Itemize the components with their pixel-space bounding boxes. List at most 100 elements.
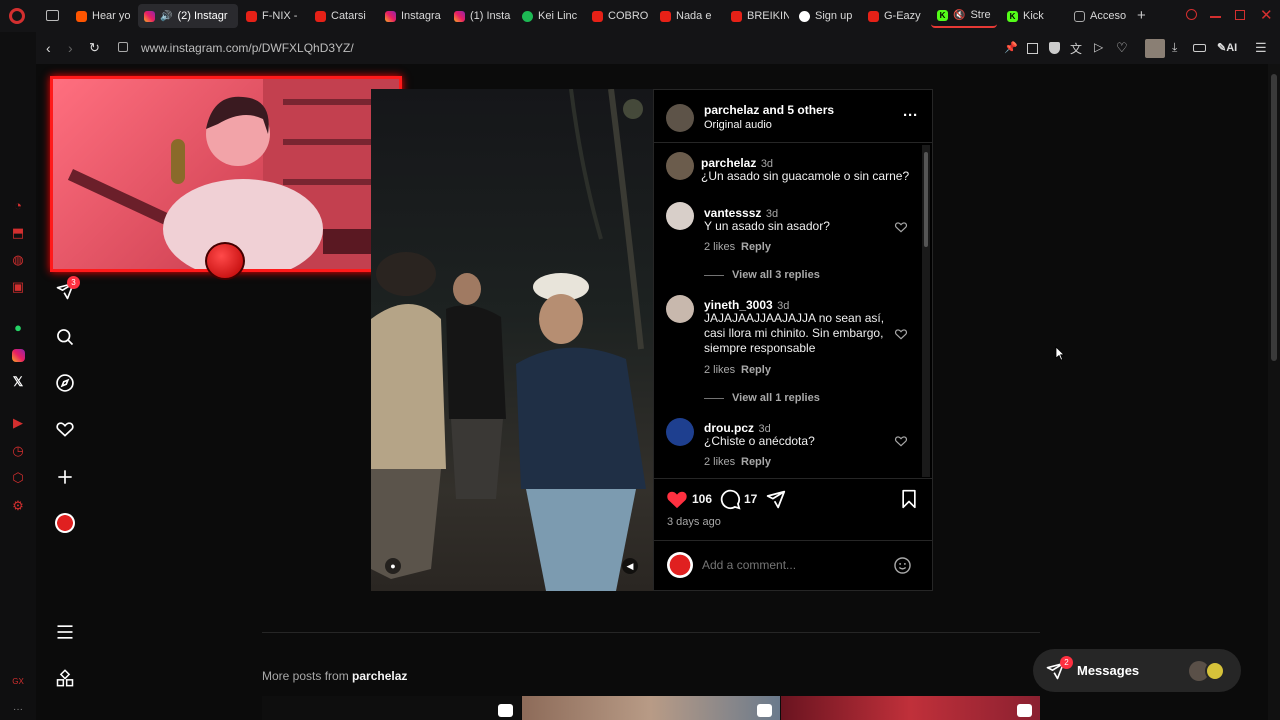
profile-avatar[interactable] [1145, 39, 1165, 58]
nav-direct[interactable]: 3 [52, 276, 80, 304]
page-scrollbar-thumb[interactable] [1271, 74, 1277, 361]
post-thumbnail[interactable] [522, 696, 780, 720]
opera-logo-icon[interactable] [9, 8, 25, 24]
my-avatar[interactable] [667, 552, 693, 578]
add-comment-input[interactable] [702, 556, 882, 574]
like-filled-icon[interactable] [666, 489, 688, 509]
nav-more[interactable] [52, 619, 78, 645]
collaborators-link[interactable]: and 5 others [763, 103, 834, 117]
reload-icon[interactable]: ↻ [89, 40, 100, 56]
author-username[interactable]: parchelaz [704, 103, 759, 117]
like-comment-icon[interactable] [894, 327, 908, 341]
vpn-icon[interactable] [1049, 42, 1060, 54]
settings-icon[interactable]: ⚙ [9, 497, 27, 515]
tab[interactable]: Sign up [793, 4, 857, 28]
x-twitter-icon[interactable]: 𝕏 [9, 373, 27, 391]
tab[interactable]: Nada e [654, 4, 718, 28]
tab[interactable]: Kei Linc [516, 4, 582, 28]
tab-manager-icon[interactable] [46, 10, 59, 21]
more-icon[interactable]: ··· [9, 700, 27, 718]
tab[interactable]: Acceso [1068, 4, 1132, 28]
reply-button[interactable]: Reply [741, 241, 771, 253]
snapshot-icon[interactable] [1027, 43, 1038, 54]
reply-button[interactable]: Reply [741, 364, 771, 376]
tab[interactable]: BREIKIN [725, 4, 789, 28]
history-icon[interactable]: ◷ [9, 442, 27, 460]
ai-icon[interactable]: ✎AI [1217, 41, 1237, 54]
aria-icon[interactable]: ◔ [9, 196, 27, 214]
comment-username[interactable]: parchelaz [701, 156, 756, 170]
tab[interactable]: COBRO [586, 4, 648, 28]
comment-username[interactable]: vantesssz [704, 206, 761, 220]
nav-search[interactable] [52, 324, 78, 350]
like-count[interactable]: 106 [692, 492, 712, 506]
tab[interactable]: (1) Insta [448, 4, 514, 28]
comment-likes[interactable]: 2 likes [704, 241, 735, 253]
menu-icon[interactable]: ☰ [1255, 40, 1267, 56]
tab[interactable]: K Kick [1001, 4, 1057, 28]
audio-icon[interactable]: ◀ [622, 558, 638, 574]
messages-button[interactable]: 2 Messages [1033, 649, 1241, 692]
nav-profile[interactable] [52, 510, 78, 536]
url-field[interactable]: www.instagram.com/p/DWFXLQhD3YZ/ [141, 41, 354, 55]
minimize-icon[interactable] [1210, 16, 1221, 18]
more-options-icon[interactable]: ··· [903, 107, 918, 124]
whatsapp-icon[interactable]: ● [9, 318, 27, 336]
crypto-wallet-icon[interactable]: ◍ [9, 251, 27, 269]
post-time[interactable]: 3 days ago [667, 516, 721, 528]
tab[interactable]: Instagra [379, 4, 445, 28]
view-replies-button[interactable]: View all 1 replies [704, 392, 820, 404]
gx-icon[interactable]: GX [9, 672, 27, 690]
emoji-icon[interactable] [893, 556, 912, 575]
audio-link[interactable]: Original audio [704, 119, 772, 131]
comment-username[interactable]: yineth_3003 [704, 298, 773, 312]
instagram-sidebar-icon[interactable] [9, 346, 27, 364]
post-video[interactable]: ● ◀ [371, 89, 653, 591]
comment-avatar[interactable] [666, 295, 694, 323]
user-tags-icon[interactable]: ● [385, 558, 401, 574]
save-bookmark-icon[interactable] [900, 489, 918, 509]
nav-create[interactable] [52, 464, 78, 490]
tab[interactable]: K 🔇 Stre [931, 4, 997, 28]
share-icon[interactable] [765, 489, 786, 510]
scrollbar-thumb[interactable] [924, 152, 928, 247]
nav-notifications[interactable] [52, 416, 78, 442]
tab[interactable]: Catarsi [309, 4, 373, 28]
new-tab-button[interactable]: + [1137, 8, 1146, 23]
like-comment-icon[interactable] [894, 434, 908, 448]
view-replies-button[interactable]: View all 3 replies [704, 269, 820, 281]
comment-likes[interactable]: 2 likes [704, 364, 735, 376]
close-icon[interactable]: ✕ [1260, 6, 1273, 24]
comment-username[interactable]: drou.pcz [704, 421, 754, 435]
like-comment-icon[interactable] [894, 220, 908, 234]
player-icon[interactable]: ▶ [9, 414, 27, 432]
tab[interactable]: Hear yo [70, 4, 136, 28]
pin-icon[interactable]: 📌 [1004, 41, 1018, 54]
search-tabs-icon[interactable] [1186, 9, 1197, 20]
post-thumbnail[interactable] [262, 696, 521, 720]
comment-avatar[interactable] [666, 152, 694, 180]
music-player-icon[interactable]: ▣ [9, 278, 27, 296]
tab-active[interactable]: 🔊 (2) Instagr [138, 4, 238, 28]
reply-button[interactable]: Reply [741, 456, 771, 468]
comment-likes[interactable]: 2 likes [704, 456, 735, 468]
more-posts-username[interactable]: parchelaz [352, 669, 407, 683]
battery-icon[interactable] [1193, 44, 1206, 52]
heart-icon[interactable]: ♡ [1116, 40, 1128, 56]
send-icon[interactable]: ▷ [1094, 40, 1103, 54]
nav-also-from-meta[interactable] [52, 666, 78, 692]
extensions-icon[interactable]: ⬡ [9, 469, 27, 487]
download-icon[interactable]: ⤓ [1172, 40, 1177, 55]
workspaces-icon[interactable]: ⬒ [9, 224, 27, 242]
comment-avatar[interactable] [666, 202, 694, 230]
tab[interactable]: G-Eazy [862, 4, 926, 28]
translate-icon[interactable]: 文 [1070, 40, 1082, 57]
author-avatar[interactable] [666, 104, 694, 132]
forward-icon[interactable]: › [68, 40, 73, 56]
maximize-icon[interactable] [1235, 10, 1245, 20]
comment-count[interactable]: 17 [744, 492, 757, 506]
nav-explore[interactable] [52, 370, 78, 396]
comment-icon[interactable] [720, 489, 741, 510]
comment-avatar[interactable] [666, 418, 694, 446]
post-thumbnail[interactable] [781, 696, 1040, 720]
